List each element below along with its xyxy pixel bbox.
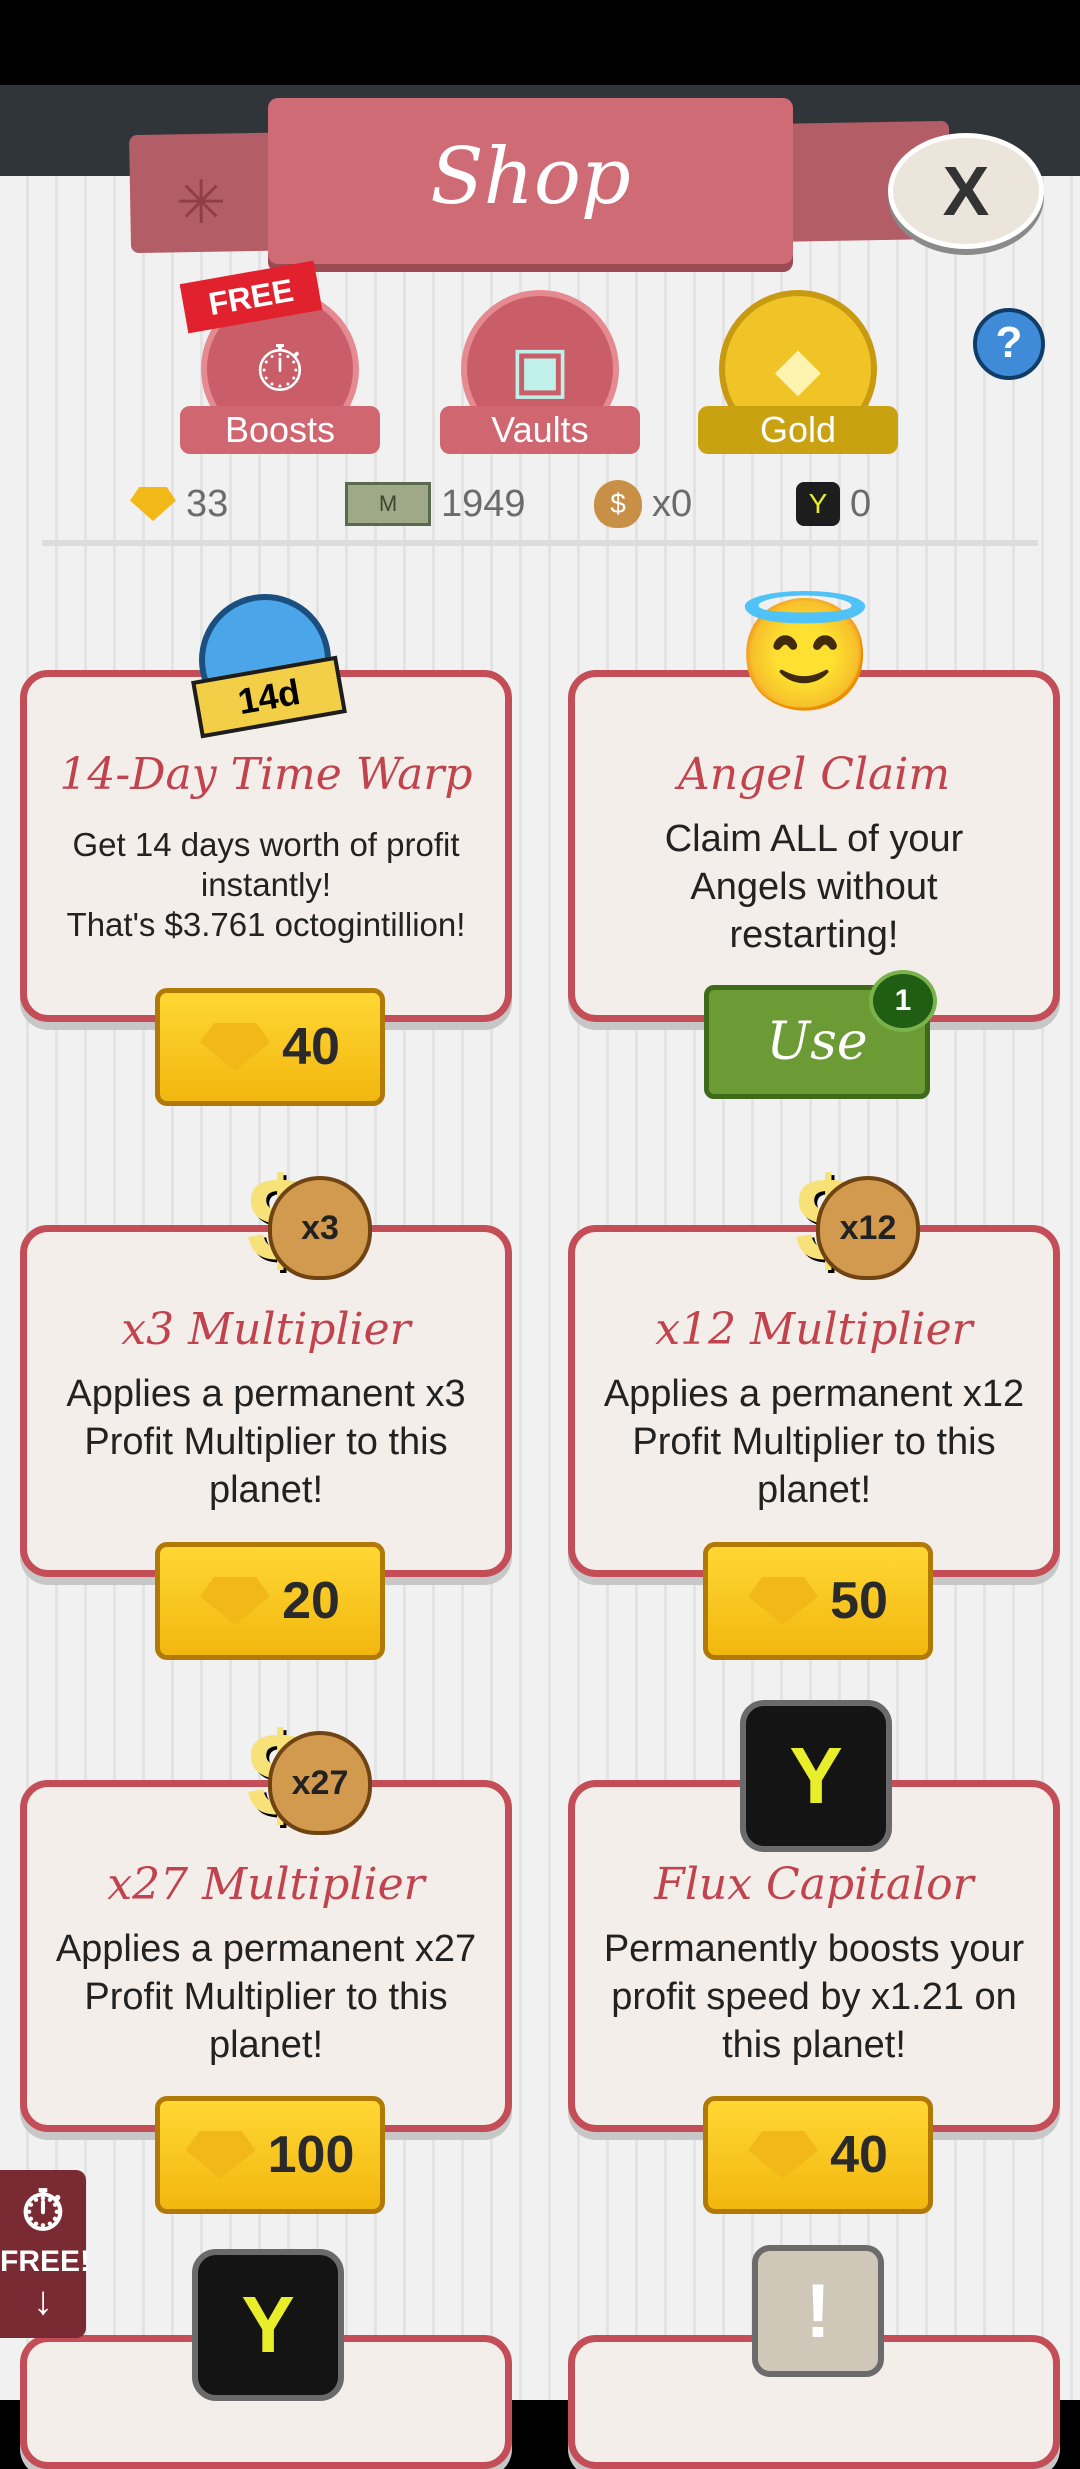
price-value: 100	[267, 2126, 355, 2184]
gold-gem-icon	[185, 2131, 256, 2179]
free-boost-button[interactable]: ⏱ FREE! ↓	[0, 2170, 90, 2338]
card-desc: Applies a permanent x12 Profit Multiplie…	[603, 1373, 1025, 1511]
tab-vaults[interactable]: ▣ Vaults	[440, 290, 640, 460]
sparkle-icon: ✳	[176, 169, 227, 236]
shop-banner: Shop	[268, 98, 793, 264]
card-desc: Claim ALL of your Angels without restart…	[664, 818, 964, 956]
card-title: 14-Day Time Warp	[59, 749, 473, 800]
flux-capitalor-icon: Y	[796, 482, 840, 526]
price-value: 40	[830, 2126, 888, 2184]
price-value: 20	[282, 1572, 340, 1630]
card-title: Angel Claim	[677, 749, 951, 800]
tab-label: Boosts	[180, 406, 380, 454]
buy-flux-capitalor-button[interactable]: 40	[703, 2096, 933, 2214]
close-button[interactable]: X	[888, 133, 1044, 249]
money-bag-icon: $	[594, 480, 642, 528]
tab-label: Vaults	[440, 406, 640, 454]
card-title: x12 Multiplier	[655, 1304, 973, 1355]
currency-gold: 33	[130, 478, 228, 530]
flux-capitalor-icon: Y	[192, 2249, 344, 2401]
help-button[interactable]: ?	[973, 308, 1045, 380]
dollar-bag-icon: $ x3	[190, 1140, 372, 1300]
currency-bags: $ x0	[594, 478, 692, 530]
currency-flux: Y 0	[796, 478, 871, 530]
card-desc: Applies a permanent x3 Profit Multiplier…	[66, 1373, 466, 1511]
tv-alert-icon: !	[752, 2245, 884, 2377]
gold-gem-icon	[130, 487, 176, 521]
close-icon: X	[942, 152, 990, 230]
gold-gem-icon	[200, 1577, 271, 1625]
time-warp-art: 14d	[180, 580, 350, 740]
divider	[42, 540, 1038, 546]
arrow-down-icon: ↓	[33, 2279, 53, 2323]
bag-label: x12	[816, 1176, 920, 1280]
megabucks-bill-icon: M	[345, 482, 431, 526]
stopwatch-icon: ⏱	[21, 2179, 65, 2242]
buy-time-warp-button[interactable]: 40	[155, 988, 385, 1106]
free-label: FREE!	[0, 2245, 90, 2278]
tab-gold[interactable]: ◆ Gold	[698, 290, 898, 460]
dollar-bag-icon: $ x27	[190, 1695, 372, 1855]
card-title: Flux Capitalor	[654, 1859, 974, 1910]
buy-x27-multiplier-button[interactable]: 100	[155, 2096, 385, 2214]
price-value: 50	[830, 1572, 888, 1630]
card-title: x27 Multiplier	[107, 1859, 425, 1910]
gold-gem-icon	[200, 1023, 271, 1071]
card-desc: Get 14 days worth of profit instantly! T…	[66, 826, 466, 943]
bag-label: x3	[268, 1176, 372, 1280]
currency-value: 1949	[441, 482, 526, 525]
currency-value: x0	[652, 482, 693, 525]
count-badge: 1	[869, 970, 937, 1032]
buy-x3-multiplier-button[interactable]: 20	[155, 1542, 385, 1660]
flux-capitalor-icon: Y	[740, 1700, 892, 1852]
angel-icon: 😇	[736, 593, 874, 717]
currency-megabucks: M 1949	[345, 478, 526, 530]
bag-label: x27	[268, 1731, 372, 1835]
page-title: Shop	[430, 132, 631, 222]
price-value: 40	[282, 1018, 340, 1076]
tab-label: Gold	[698, 406, 898, 454]
card-desc: Applies a permanent x27 Profit Multiplie…	[55, 1928, 477, 2066]
currency-value: 0	[850, 482, 872, 525]
buy-x12-multiplier-button[interactable]: 50	[703, 1542, 933, 1660]
gold-gem-icon	[748, 1577, 819, 1625]
dollar-bag-icon: $ x12	[738, 1140, 920, 1300]
card-title: x3 Multiplier	[121, 1304, 411, 1355]
card-desc: Permanently boosts your profit speed by …	[603, 1928, 1025, 2066]
currency-value: 33	[186, 482, 229, 525]
gold-gem-icon	[748, 2131, 819, 2179]
